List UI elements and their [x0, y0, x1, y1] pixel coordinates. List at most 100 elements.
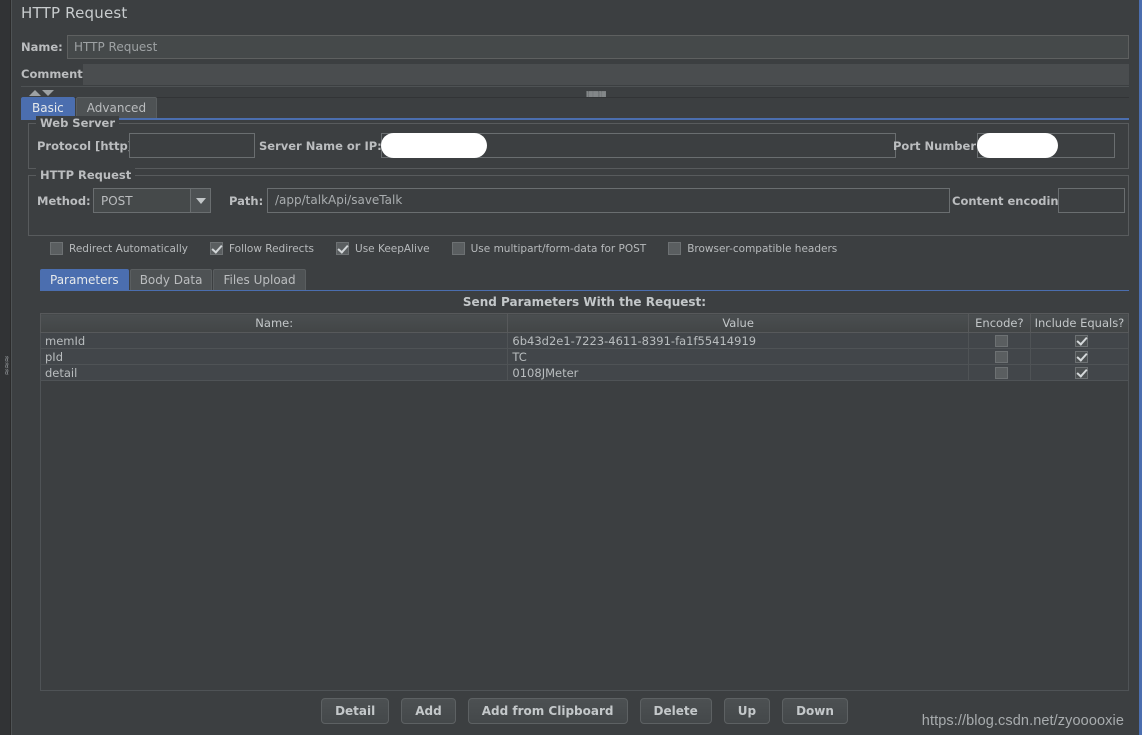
cell-include-equals[interactable]: [1029, 348, 1130, 365]
method-select[interactable]: POST: [93, 188, 211, 213]
option-use-multipart-form-data[interactable]: Use multipart/form-data for POST: [451, 242, 647, 255]
collapse-arrows[interactable]: [29, 88, 54, 96]
table-row[interactable]: detail 0108JMeter: [39, 364, 1130, 381]
delete-button[interactable]: Delete: [639, 698, 712, 724]
divider-grip-icon[interactable]: ▦▦▦: [586, 89, 607, 98]
cell-encode[interactable]: [967, 332, 1031, 349]
cell-encode[interactable]: [967, 364, 1031, 381]
method-label: Method:: [37, 193, 91, 208]
table-row[interactable]: pId TC: [39, 348, 1130, 365]
checkbox-checked-icon[interactable]: [1074, 335, 1088, 347]
http-request-panel: HTTP Request Name: HTTP Request Comments…: [11, 0, 1139, 735]
split-pane-divider[interactable]: ≈≈≈: [0, 0, 11, 735]
request-options-row: Redirect Automatically Follow Redirects …: [50, 242, 859, 255]
tab-files-upload[interactable]: Files Upload: [213, 269, 306, 290]
add-button[interactable]: Add: [401, 698, 456, 724]
add-from-clipboard-button[interactable]: Add from Clipboard: [467, 698, 628, 724]
content-encoding-input[interactable]: [1058, 188, 1125, 213]
checkbox-icon[interactable]: [50, 242, 63, 255]
option-label: Follow Redirects: [228, 242, 315, 255]
name-input[interactable]: HTTP Request: [67, 34, 1129, 59]
detail-button[interactable]: Detail: [321, 698, 390, 724]
checkbox-icon[interactable]: [451, 242, 465, 255]
collapse-up-icon[interactable]: [29, 90, 41, 96]
content-encoding-label: Content encoding:: [952, 193, 1072, 208]
checkbox-checked-icon[interactable]: [1074, 367, 1088, 379]
http-request-group: HTTP Request Method: POST Path: /app/tal…: [28, 168, 1129, 236]
method-selected-value: POST: [101, 193, 133, 208]
parameters-tabs: Parameters Body Data Files Upload: [40, 269, 1129, 291]
cell-value[interactable]: 0108JMeter: [507, 364, 969, 381]
path-label: Path:: [229, 193, 264, 208]
table-empty-area[interactable]: [40, 381, 1129, 691]
port-number-row: Port Number:: [893, 133, 1115, 158]
down-button[interactable]: Down: [782, 698, 848, 724]
cell-name[interactable]: detail: [39, 364, 509, 381]
protocol-label: Protocol [http]:: [37, 138, 138, 153]
checkbox-icon[interactable]: [994, 335, 1008, 347]
option-use-keepalive[interactable]: Use KeepAlive: [336, 242, 430, 255]
tab-basic[interactable]: Basic: [21, 97, 75, 118]
checkbox-icon[interactable]: [994, 351, 1008, 363]
column-header-encode[interactable]: Encode?: [967, 313, 1031, 333]
collapse-down-icon[interactable]: [42, 90, 54, 96]
split-pane-grip-icon[interactable]: ≈≈≈: [2, 355, 9, 389]
content-encoding-row: Content encoding:: [952, 188, 1125, 213]
main-tabs: Basic Advanced: [21, 97, 1129, 120]
parameters-table: Name: Value Encode? Include Equals? memI…: [39, 313, 1130, 381]
column-header-include-equals[interactable]: Include Equals?: [1029, 313, 1130, 333]
web-server-group-title: Web Server: [36, 116, 120, 130]
parameters-panel: Send Parameters With the Request: Name: …: [39, 291, 1130, 691]
table-header-row: Name: Value Encode? Include Equals?: [39, 313, 1130, 333]
server-name-row: Server Name or IP:: [259, 133, 896, 158]
server-name-label: Server Name or IP:: [259, 138, 382, 153]
option-label: Browser-compatible headers: [687, 242, 838, 255]
option-redirect-automatically[interactable]: Redirect Automatically: [50, 242, 188, 255]
up-button[interactable]: Up: [723, 698, 771, 724]
collapse-divider[interactable]: ▦▦▦: [21, 86, 1129, 98]
cell-include-equals[interactable]: [1029, 364, 1130, 381]
cell-name[interactable]: pId: [39, 348, 509, 365]
tab-advanced[interactable]: Advanced: [75, 97, 158, 118]
http-request-group-title: HTTP Request: [36, 168, 136, 182]
method-row: Method: POST: [37, 188, 211, 213]
port-number-input[interactable]: [977, 133, 1115, 158]
cell-value[interactable]: TC: [507, 348, 969, 365]
path-input[interactable]: /app/talkApi/saveTalk: [267, 188, 950, 213]
cell-include-equals[interactable]: [1029, 332, 1130, 349]
server-name-input[interactable]: [381, 133, 896, 158]
cell-name[interactable]: memId: [39, 332, 509, 349]
checkbox-icon[interactable]: [994, 367, 1008, 379]
path-row: Path: /app/talkApi/saveTalk: [229, 188, 950, 213]
checkbox-icon[interactable]: [668, 242, 682, 255]
chevron-down-icon[interactable]: [190, 189, 210, 212]
checkbox-checked-icon[interactable]: [336, 242, 350, 255]
checkbox-checked-icon[interactable]: [1074, 351, 1088, 363]
name-label: Name:: [21, 39, 63, 54]
port-number-redaction: [977, 133, 1058, 158]
port-number-label: Port Number:: [893, 138, 981, 153]
table-row[interactable]: memId 6b43d2e1-7223-4611-8391-fa1f554149…: [39, 332, 1130, 349]
name-row: Name: HTTP Request: [21, 33, 1129, 60]
tab-parameters[interactable]: Parameters: [40, 269, 129, 290]
tab-body-data[interactable]: Body Data: [129, 269, 213, 290]
page-title: HTTP Request: [21, 4, 128, 22]
option-label: Redirect Automatically: [69, 242, 188, 255]
cell-value[interactable]: 6b43d2e1-7223-4611-8391-fa1f55414919: [507, 332, 969, 349]
comments-row: Comments:: [21, 62, 1129, 86]
protocol-row: Protocol [http]:: [37, 133, 255, 158]
comments-input[interactable]: [83, 63, 1129, 85]
column-header-name[interactable]: Name:: [39, 313, 509, 333]
web-server-group: Web Server Protocol [http]: Server Name …: [28, 116, 1129, 169]
column-header-value[interactable]: Value: [507, 313, 969, 333]
checkbox-checked-icon[interactable]: [209, 242, 223, 255]
protocol-input[interactable]: [129, 133, 255, 158]
option-browser-compatible-headers[interactable]: Browser-compatible headers: [668, 242, 837, 255]
option-label: Use multipart/form-data for POST: [470, 242, 647, 255]
cell-encode[interactable]: [967, 348, 1031, 365]
server-name-redaction: [381, 133, 487, 158]
option-label: Use KeepAlive: [355, 242, 430, 255]
watermark: https://blog.csdn.net/zyooooxie: [921, 713, 1124, 729]
option-follow-redirects[interactable]: Follow Redirects: [209, 242, 315, 255]
table-caption: Send Parameters With the Request:: [462, 295, 707, 309]
